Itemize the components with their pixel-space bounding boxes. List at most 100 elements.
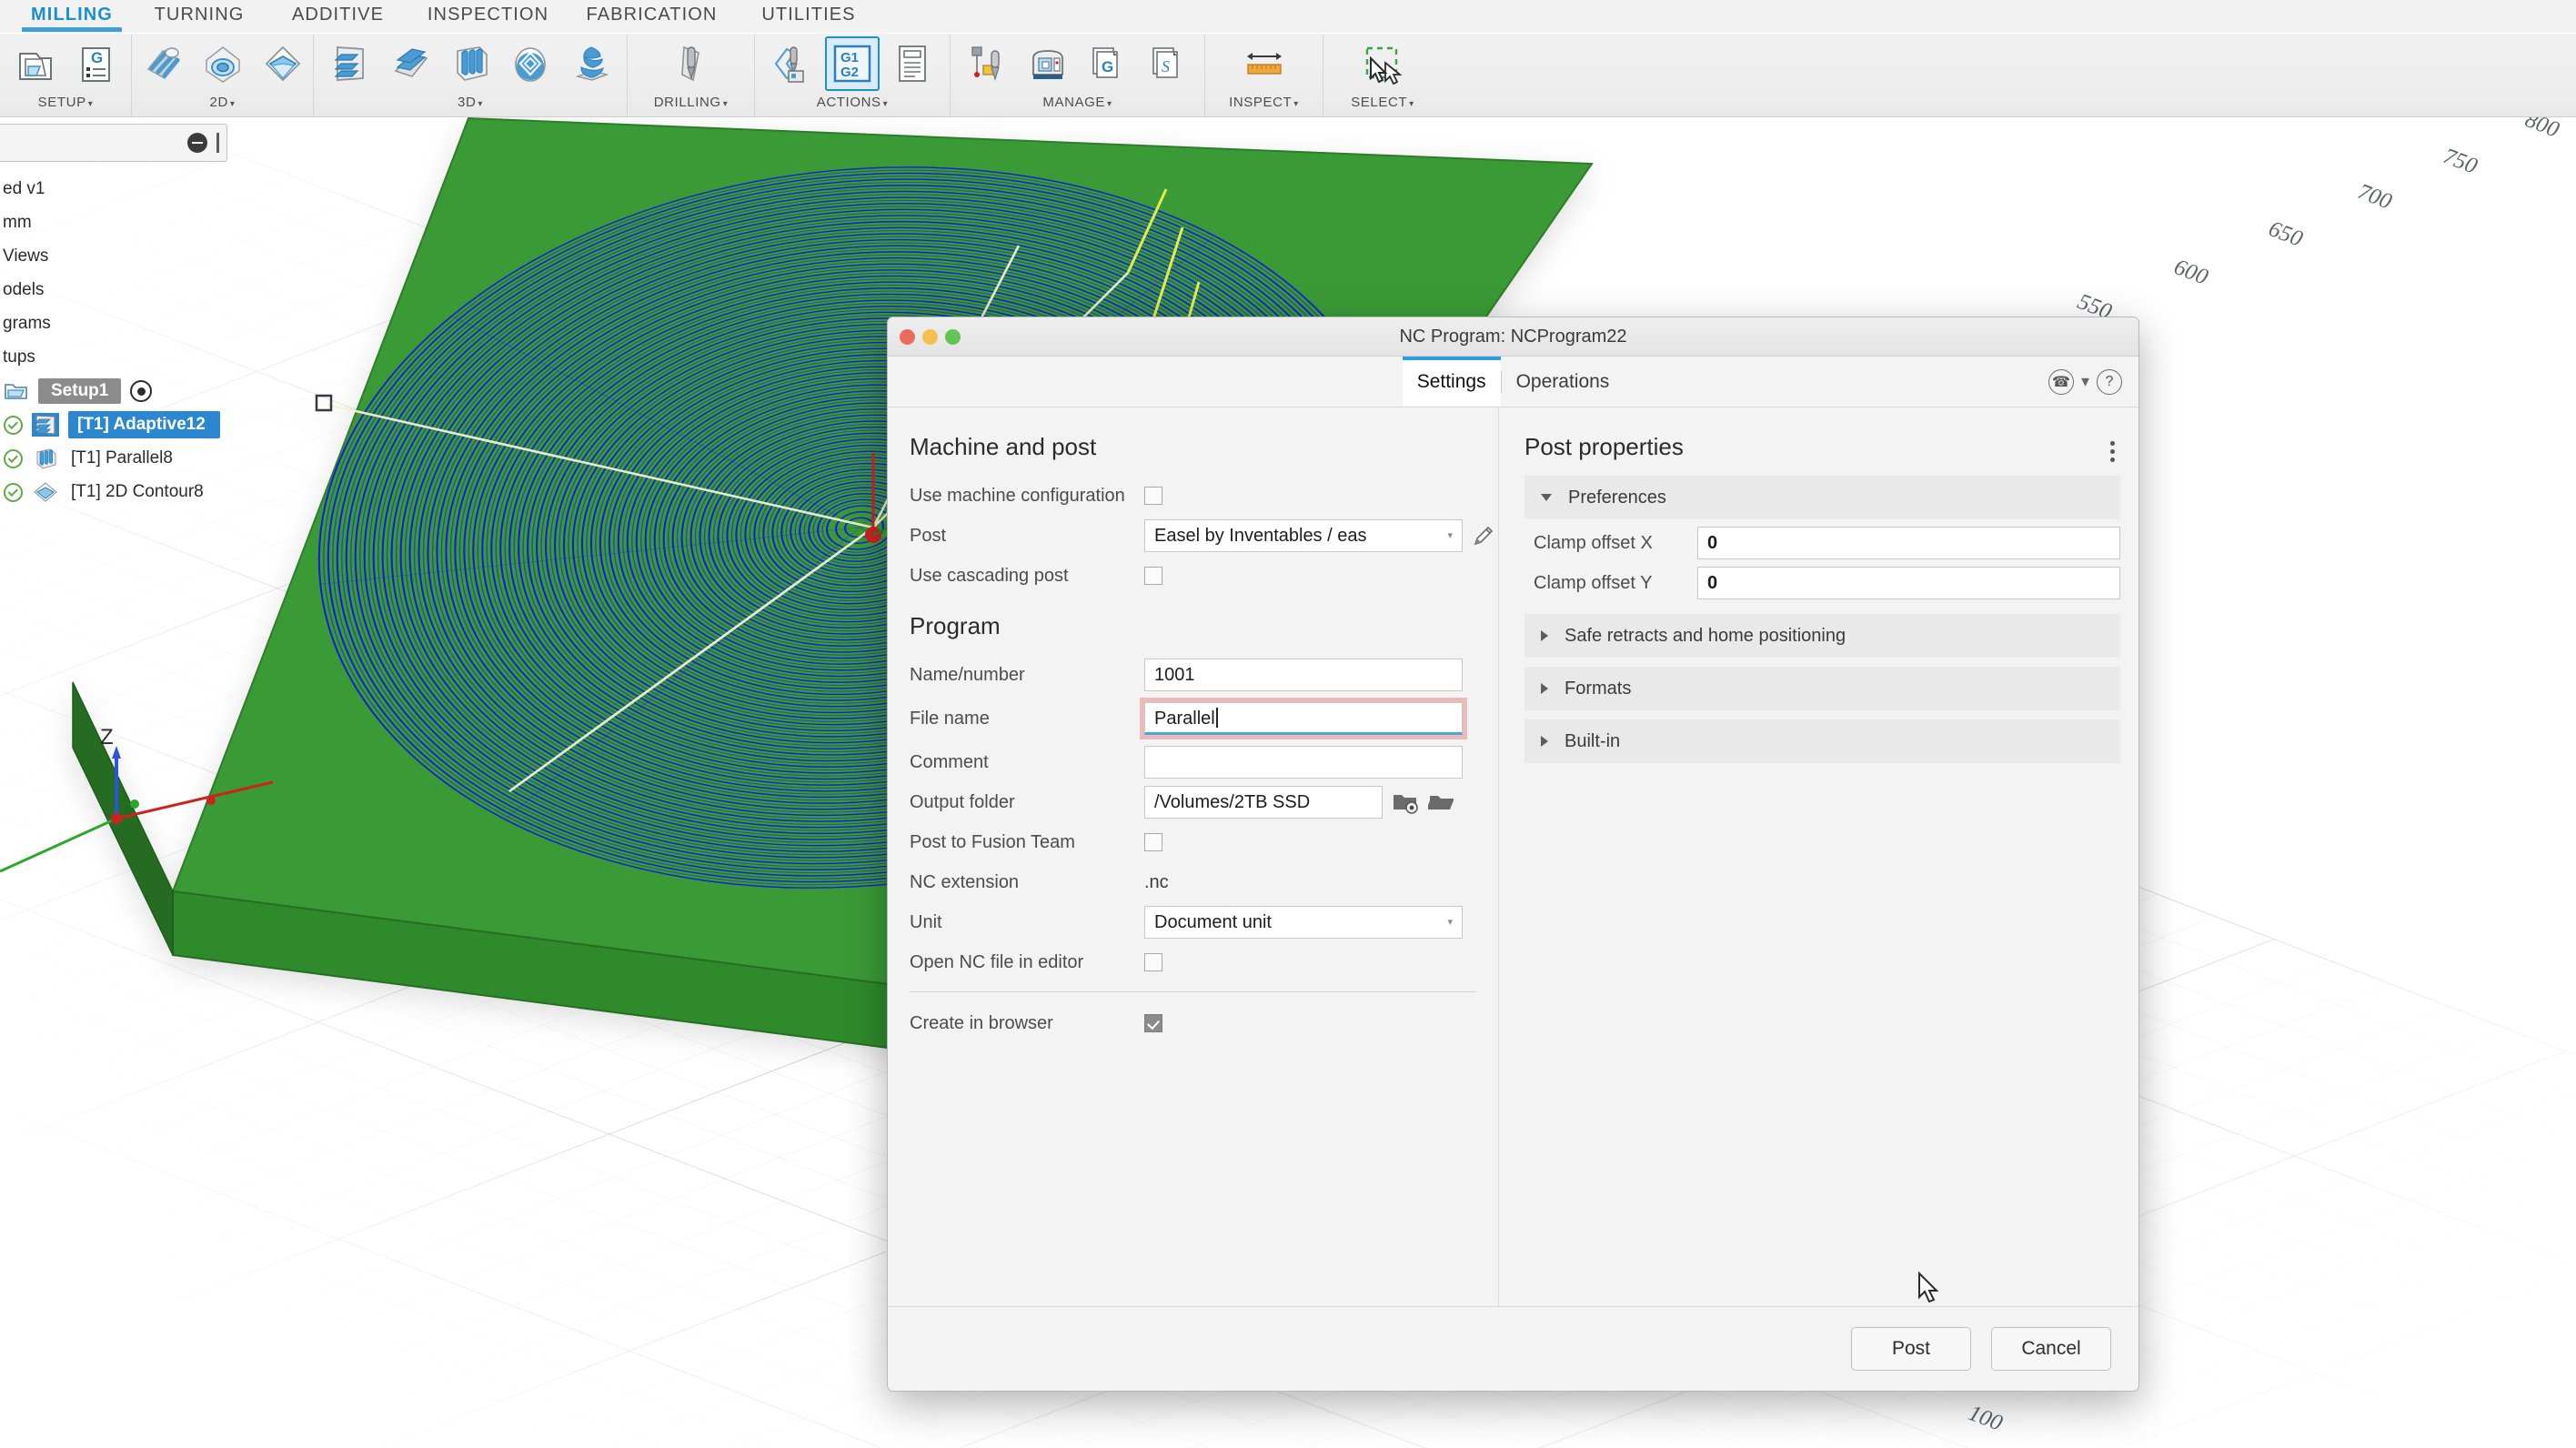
browse-output-folder-icon[interactable] (1428, 790, 1455, 814)
chevron-right-icon (1541, 683, 1548, 694)
setup-new-nc-program-button[interactable]: G (68, 36, 123, 91)
tree-item-2d-contour8[interactable]: [T1] 2D Contour8 (4, 476, 206, 508)
simulate-button[interactable] (765, 36, 820, 91)
input-clamp-offset-x[interactable]: 0 (1697, 527, 2120, 559)
tree-item-document[interactable]: ed v1 (0, 173, 47, 206)
cancel-button[interactable]: Cancel (1991, 1327, 2111, 1371)
tree-item-named-views[interactable]: Views (0, 240, 51, 273)
tree-item-models[interactable]: odels (0, 274, 46, 307)
checkbox-use-cascading-post[interactable] (1144, 567, 1162, 585)
tab-utilities[interactable]: UTILITIES (736, 0, 881, 25)
input-file-name[interactable]: Parallel (1144, 702, 1463, 735)
tree-item-document-label: ed v1 (0, 178, 47, 200)
input-clamp-offset-y[interactable]: 0 (1697, 567, 2120, 599)
chevron-down-icon: ▾ (1447, 520, 1453, 551)
tab-inspection[interactable]: INSPECTION (408, 0, 568, 25)
op-face-button[interactable] (136, 36, 190, 91)
tab-settings[interactable]: Settings (1403, 357, 1501, 407)
g1-glyph: G1 (840, 50, 859, 65)
section-program: Program (910, 612, 1476, 640)
tree-item-setups[interactable]: tups (0, 341, 38, 374)
tree-item-programs[interactable]: grams (0, 307, 54, 340)
select-post[interactable]: Easel by Inventables / eas ▾ (1144, 519, 1463, 552)
chevron-down-icon: ▾ (723, 99, 729, 109)
op-3d-pocket-clearing-button[interactable] (383, 36, 438, 91)
text-cursor-icon (216, 133, 219, 153)
setup-new-setup-button[interactable] (8, 36, 63, 91)
tree-item-parallel8[interactable]: [T1] Parallel8 (4, 442, 176, 475)
op-3d-scallop-button[interactable] (563, 36, 618, 91)
op-3d-parallel-button[interactable] (443, 36, 498, 91)
tab-milling[interactable]: MILLING (13, 0, 131, 25)
measure-button[interactable] (1237, 36, 1292, 91)
post-process-button[interactable]: G1 G2 (825, 36, 880, 91)
axis-tick-700: 700 (2354, 179, 2395, 216)
chevron-down-icon: ▾ (883, 99, 889, 109)
tool-library-button[interactable] (961, 36, 1015, 91)
accordion-formats[interactable]: Formats (1524, 667, 2120, 710)
collapse-all-icon[interactable] (187, 133, 207, 153)
origin-axis-triad: Z (0, 637, 273, 873)
input-name-number[interactable]: 1001 (1144, 659, 1463, 691)
tab-turning[interactable]: TURNING (131, 0, 267, 25)
checkbox-use-machine-configuration[interactable] (1144, 487, 1162, 505)
edit-post-icon[interactable] (1472, 524, 1495, 548)
tab-additive[interactable]: ADDITIVE (267, 0, 408, 25)
control-post-to-fusion-team (1144, 833, 1476, 851)
input-comment[interactable] (1144, 746, 1463, 779)
group-label-setup[interactable]: SETUP▾ (38, 93, 94, 115)
setup-folder-icon (4, 380, 29, 402)
browser-search-bar[interactable] (0, 124, 227, 162)
phone-support-icon[interactable]: ☎ (2048, 369, 2074, 395)
checkbox-create-in-browser[interactable] (1144, 1014, 1162, 1032)
setup-origin-icon[interactable] (130, 380, 152, 402)
accordion-preferences[interactable]: Preferences (1524, 476, 2120, 519)
group-label-select-text: SELECT (1351, 95, 1407, 110)
tab-operations[interactable]: Operations (1502, 357, 1625, 407)
dialog-body: Machine and post Use machine configurati… (888, 407, 2138, 1306)
tab-fabrication[interactable]: FABRICATION (568, 0, 736, 25)
label-use-machine-configuration: Use machine configuration (910, 486, 1144, 507)
group-label-actions[interactable]: ACTIONS▾ (817, 93, 889, 115)
group-label-select[interactable]: SELECT▾ (1351, 93, 1414, 115)
chevron-down-icon: ▾ (1107, 99, 1112, 109)
script-library-button[interactable]: S (1141, 36, 1195, 91)
chevron-down-icon[interactable]: ▾ (2081, 372, 2089, 391)
op-drill-button[interactable] (664, 36, 719, 91)
label-unit: Unit (910, 912, 1144, 933)
dialog-titlebar[interactable]: NC Program: NCProgram22 (888, 317, 2138, 357)
tree-item-units[interactable]: mm (0, 206, 35, 239)
settings-divider (910, 991, 1476, 992)
op-3d-adaptive-clearing-button[interactable] (323, 36, 377, 91)
group-label-2d[interactable]: 2D▾ (210, 93, 236, 115)
select-tool-button[interactable] (1355, 36, 1410, 91)
setup-sheet-button[interactable] (885, 36, 940, 91)
kebab-dot (2110, 441, 2115, 446)
chevron-down-icon (1541, 494, 1552, 501)
preview-folder-icon[interactable] (1392, 790, 1419, 814)
accordion-built-in[interactable]: Built-in (1524, 719, 2120, 763)
input-output-folder[interactable]: /Volumes/2TB SSD (1144, 786, 1383, 819)
help-icon[interactable]: ? (2097, 369, 2122, 395)
post-button[interactable]: Post (1851, 1327, 1971, 1371)
group-label-3d[interactable]: 3D▾ (458, 93, 483, 115)
tree-item-setup1[interactable]: Setup1 (4, 375, 152, 407)
op-2d-contour-button[interactable] (256, 36, 310, 91)
group-label-manage[interactable]: MANAGE▾ (1042, 93, 1112, 115)
accordion-safe-retracts[interactable]: Safe retracts and home positioning (1524, 614, 2120, 658)
machine-library-button[interactable] (1021, 36, 1075, 91)
chevron-right-icon (1541, 736, 1548, 747)
op-3d-contour-button[interactable] (503, 36, 558, 91)
tree-item-adaptive12[interactable]: [T1] Adaptive12 (4, 408, 220, 441)
post-properties-menu-icon[interactable] (2105, 436, 2120, 468)
ribbon-divider (0, 33, 2576, 34)
g-code-glyph: G (91, 49, 103, 66)
post-library-button[interactable]: G (1081, 36, 1135, 91)
checkbox-open-nc-file-in-editor[interactable] (1144, 953, 1162, 971)
chevron-down-icon: ▾ (478, 99, 483, 109)
group-label-drilling[interactable]: DRILLING▾ (654, 93, 729, 115)
checkbox-post-to-fusion-team[interactable] (1144, 833, 1162, 851)
op-2d-adaptive-button[interactable] (196, 36, 250, 91)
group-label-inspect[interactable]: INSPECT▾ (1229, 93, 1299, 115)
select-unit[interactable]: Document unit ▾ (1144, 906, 1463, 939)
